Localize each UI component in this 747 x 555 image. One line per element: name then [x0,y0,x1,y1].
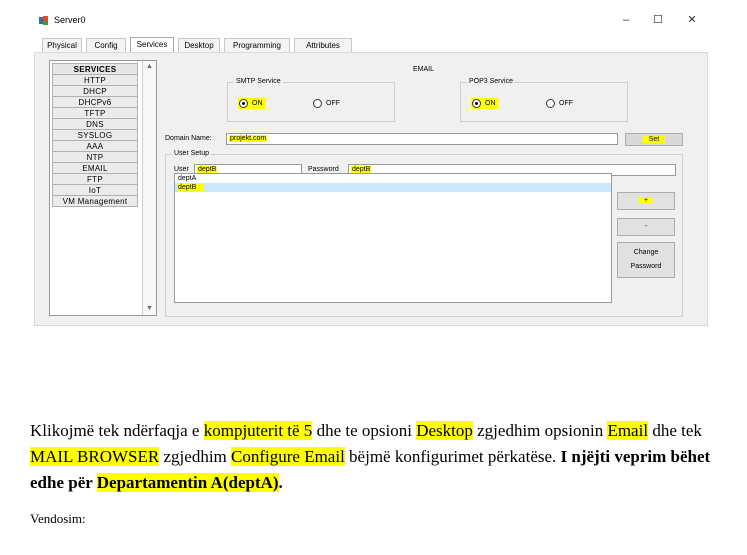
instruction-bold-text: . [278,473,283,492]
tab-config[interactable]: Config [86,38,126,52]
domain-name-label: Domain Name: [165,135,212,142]
highlight-configure-email: Configure Email [231,447,345,466]
packet-tracer-icon [39,16,48,25]
pop3-service-label: POP3 Service [467,78,515,85]
services-scrollbar[interactable]: ▲ ▼ [142,61,156,315]
tab-desktop[interactable]: Desktop [178,38,220,52]
radio-checked-icon [239,99,248,108]
maximize-button[interactable]: ☐ [650,13,666,27]
smtp-on-radio[interactable]: ON [238,98,266,109]
instruction-text: dhe tek [648,421,702,440]
tab-physical[interactable]: Physical [42,38,82,52]
radio-unchecked-icon [313,99,322,108]
highlight-desktop: Desktop [416,421,473,440]
change-password-button[interactable]: Change Password [617,242,675,278]
user-list[interactable]: deptA deptB [174,173,612,303]
user-label: User [174,166,189,173]
user-setup-label: User Setup [172,150,212,157]
domain-name-input[interactable]: projekt.com [226,133,618,145]
smtp-service-label: SMTP Service [234,78,283,85]
instruction-text: bëjmë konfigurimet përkatëse. [344,447,561,466]
services-list: SERVICES HTTP DHCP DHCPv6 TFTP DNS SYSLO… [52,63,138,207]
service-vm-management[interactable]: VM Management [52,195,138,207]
add-user-button[interactable]: + [617,192,675,210]
highlight-mail-browser: MAIL BROWSER [30,447,160,466]
window-title: Server0 [54,15,86,25]
pop3-off-radio[interactable]: OFF [546,99,573,108]
password-value: deptB [351,166,372,173]
tab-programming[interactable]: Programming [224,38,290,52]
instruction-paragraph: Klikojmë tek ndërfaqja e kompjuterit të … [30,418,720,496]
selected-user-label: deptB [178,184,205,191]
set-button[interactable]: Set [625,133,683,146]
smtp-service-group: SMTP Service ON OFF [227,78,395,122]
tab-services[interactable]: Services [130,37,174,52]
instruction-text: zgjedhim [159,447,232,466]
vendosim-label: Vendosim: [30,511,86,526]
user-value: deptB [197,166,218,173]
pop3-service-group: POP3 Service ON OFF [460,78,628,122]
user-list-item-selected[interactable]: deptB [175,183,611,192]
add-user-label: + [638,197,654,204]
radio-checked-icon [472,99,481,108]
radio-unchecked-icon [546,99,555,108]
highlight-computer: kompjuterit të 5 [203,421,313,440]
instruction-text: Klikojmë tek ndërfaqja e [30,421,204,440]
user-list-item[interactable]: deptA [175,174,611,183]
services-list-panel: SERVICES HTTP DHCP DHCPv6 TFTP DNS SYSLO… [49,60,157,316]
services-content: SERVICES HTTP DHCP DHCPv6 TFTP DNS SYSLO… [34,52,708,326]
highlight-email: Email [607,421,649,440]
smtp-off-radio[interactable]: OFF [313,99,340,108]
pop3-off-label: OFF [559,100,573,107]
smtp-on-label: ON [252,100,263,107]
highlight-department-a: Departamentin A(deptA) [96,473,279,492]
scroll-up-icon[interactable]: ▲ [143,61,156,73]
pop3-on-radio[interactable]: ON [471,98,499,109]
instruction-text: dhe te opsioni [312,421,417,440]
smtp-off-label: OFF [326,100,340,107]
minimize-button[interactable]: – [618,13,634,27]
change-password-line1: Change [633,249,659,256]
tab-attributes[interactable]: Attributes [294,38,352,52]
instruction-text: zgjedhim opsionin [472,421,608,440]
scroll-down-icon[interactable]: ▼ [143,303,156,315]
set-button-label: Set [642,136,666,143]
domain-name-value: projekt.com [229,135,268,142]
pop3-on-label: ON [485,100,496,107]
title-bar: Server0 – ☐ ✕ [30,8,710,32]
server-window: Server0 – ☐ ✕ Physical Config Services D… [30,8,710,328]
change-password-line2: Password [630,263,662,270]
close-button[interactable]: ✕ [684,13,700,27]
password-label: Password [308,166,339,173]
remove-user-button[interactable]: - [617,218,675,236]
email-title: EMAIL [413,66,435,73]
